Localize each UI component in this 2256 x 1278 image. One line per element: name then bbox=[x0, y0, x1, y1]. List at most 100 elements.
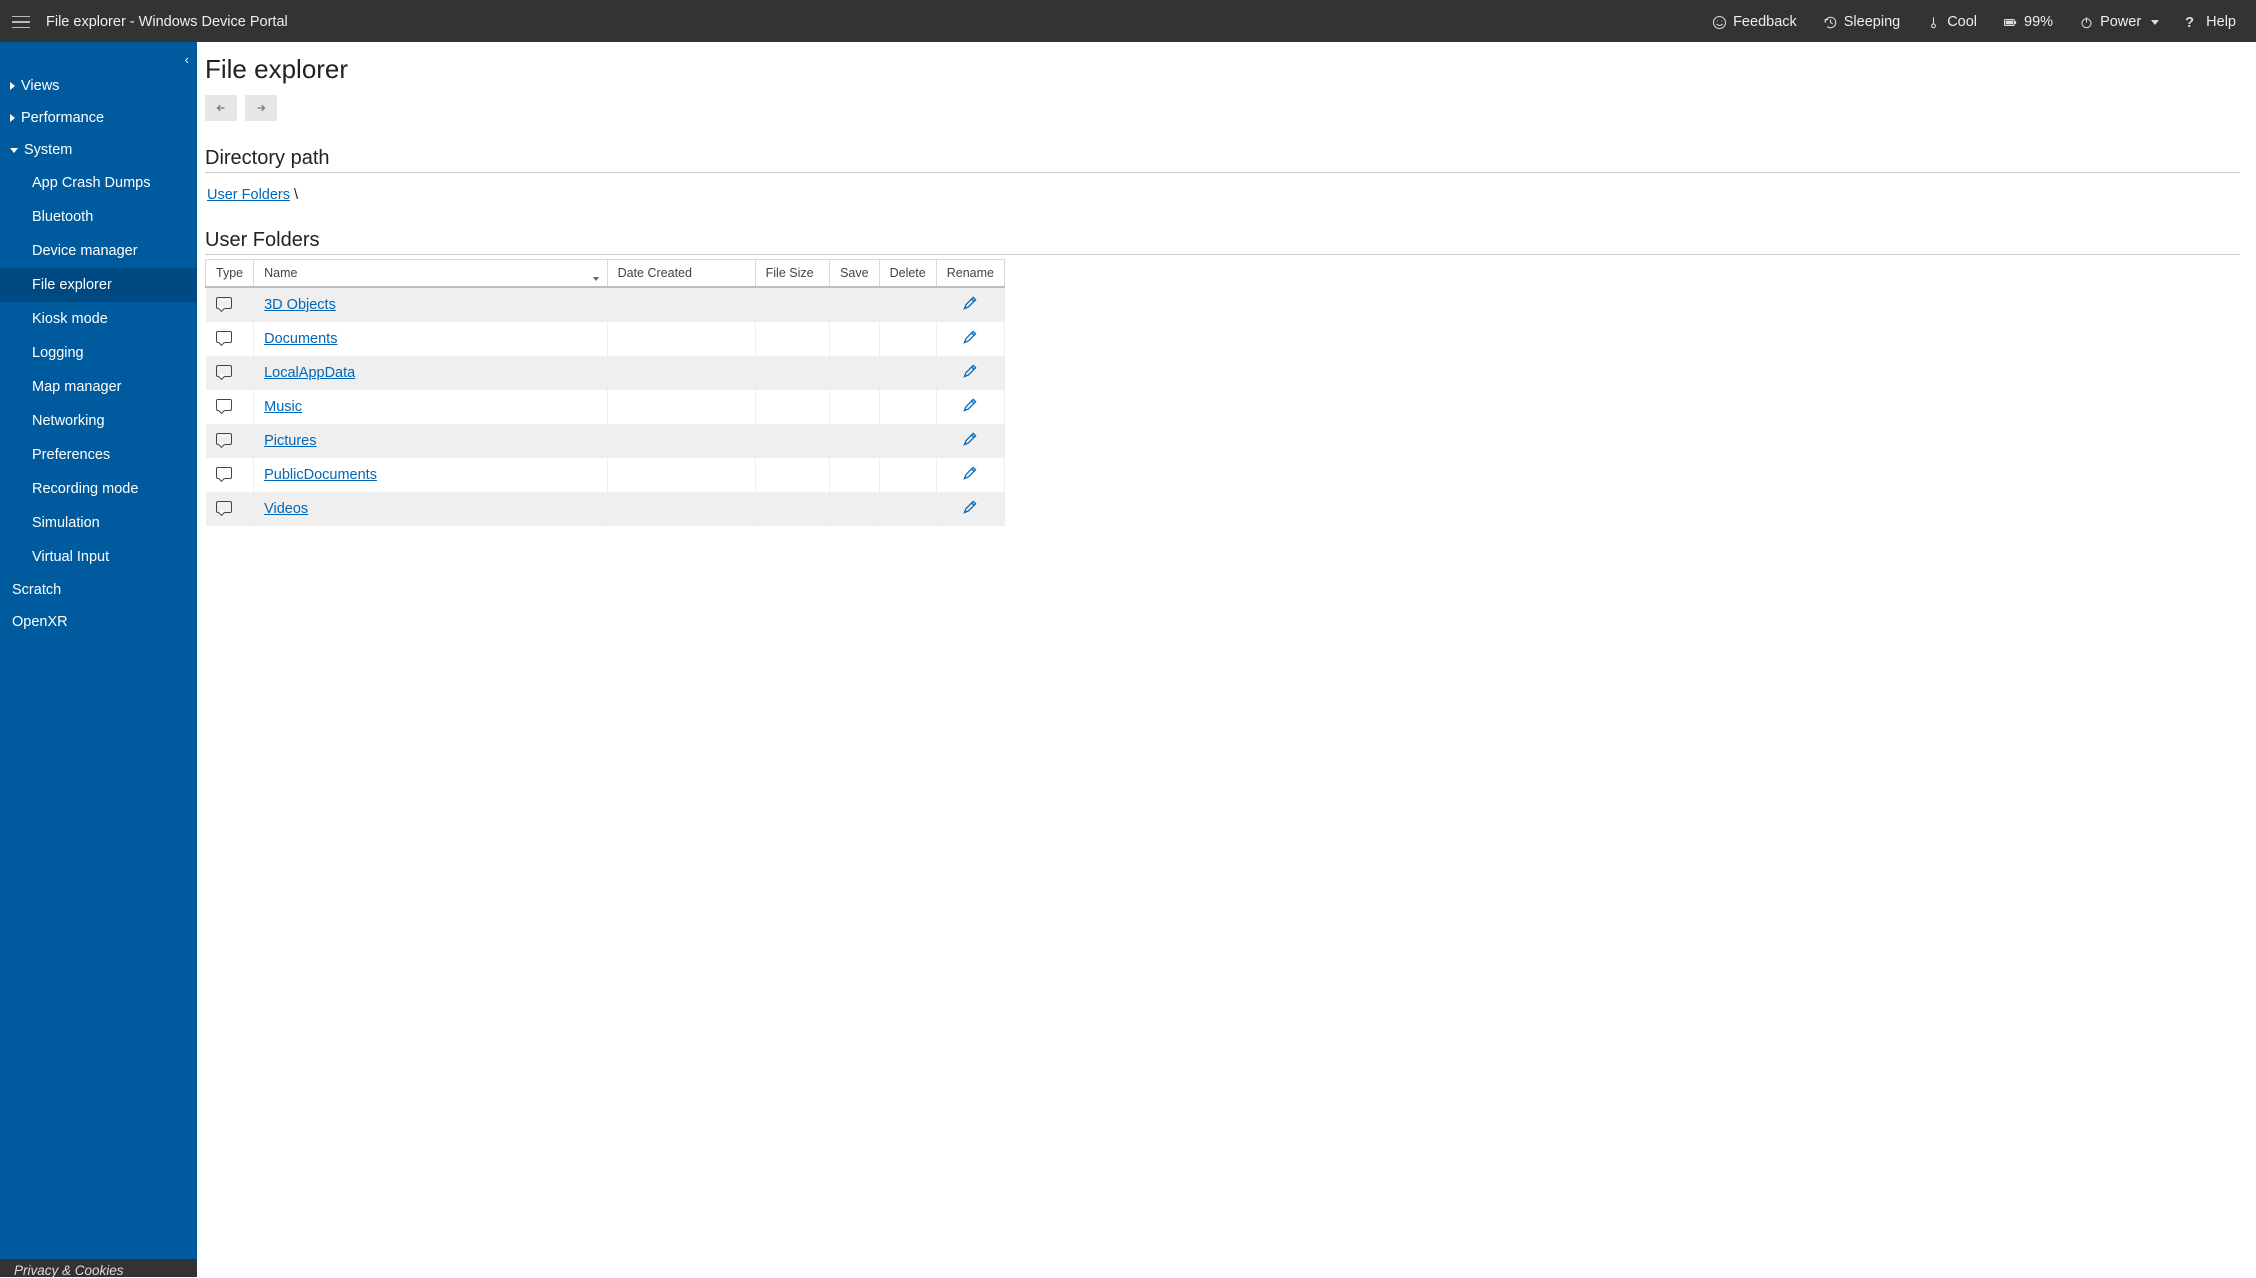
forward-button[interactable] bbox=[245, 95, 277, 121]
rename-cell bbox=[936, 356, 1004, 390]
chevron-down-icon bbox=[2151, 20, 2159, 25]
type-cell bbox=[206, 424, 254, 458]
delete-cell bbox=[879, 356, 936, 390]
pencil-icon[interactable] bbox=[962, 499, 978, 515]
table-row: Music bbox=[206, 390, 1005, 424]
date-cell bbox=[607, 424, 755, 458]
type-cell bbox=[206, 356, 254, 390]
name-cell: LocalAppData bbox=[254, 356, 607, 390]
delete-cell bbox=[879, 322, 936, 356]
folder-link[interactable]: Videos bbox=[264, 501, 308, 517]
chevron-down-icon bbox=[10, 148, 18, 153]
name-cell: Pictures bbox=[254, 424, 607, 458]
breadcrumb-root-link[interactable]: User Folders bbox=[207, 187, 290, 203]
nav-system[interactable]: System bbox=[0, 134, 197, 166]
save-cell bbox=[830, 458, 880, 492]
save-cell bbox=[830, 492, 880, 526]
question-icon: ? bbox=[2185, 15, 2200, 30]
privacy-link[interactable]: Privacy & Cookies bbox=[0, 1259, 197, 1277]
arrow-left-icon bbox=[214, 101, 228, 115]
folder-link[interactable]: Documents bbox=[264, 331, 337, 347]
table-row: 3D Objects bbox=[206, 287, 1005, 322]
delete-cell bbox=[879, 287, 936, 322]
col-name[interactable]: Name bbox=[254, 260, 607, 288]
date-cell bbox=[607, 390, 755, 424]
size-cell bbox=[755, 492, 829, 526]
pencil-icon[interactable] bbox=[962, 465, 978, 481]
folder-link[interactable]: LocalAppData bbox=[264, 365, 355, 381]
name-cell: Videos bbox=[254, 492, 607, 526]
name-cell: PublicDocuments bbox=[254, 458, 607, 492]
sidebar: ‹ Views Performance System App Crash Dum… bbox=[0, 42, 197, 1277]
sidebar-item-logging[interactable]: Logging bbox=[0, 336, 197, 370]
menu-icon[interactable] bbox=[12, 13, 30, 31]
table-row: Pictures bbox=[206, 424, 1005, 458]
sidebar-item-recording-mode[interactable]: Recording mode bbox=[0, 472, 197, 506]
name-cell: 3D Objects bbox=[254, 287, 607, 322]
delete-cell bbox=[879, 424, 936, 458]
col-date[interactable]: Date Created bbox=[607, 260, 755, 288]
sidebar-item-bluetooth[interactable]: Bluetooth bbox=[0, 200, 197, 234]
col-delete[interactable]: Delete bbox=[879, 260, 936, 288]
sidebar-item-networking[interactable]: Networking bbox=[0, 404, 197, 438]
table-row: Documents bbox=[206, 322, 1005, 356]
nav-openxr[interactable]: OpenXR bbox=[0, 606, 197, 638]
date-cell bbox=[607, 458, 755, 492]
power-menu[interactable]: Power bbox=[2079, 14, 2159, 30]
power-icon bbox=[2079, 15, 2094, 30]
nav-views[interactable]: Views bbox=[0, 70, 197, 102]
nav-performance[interactable]: Performance bbox=[0, 102, 197, 134]
sidebar-item-preferences[interactable]: Preferences bbox=[0, 438, 197, 472]
temp-label: Cool bbox=[1947, 14, 1977, 30]
sidebar-item-label: Virtual Input bbox=[32, 549, 109, 565]
folder-link[interactable]: Music bbox=[264, 399, 302, 415]
sidebar-item-app-crash-dumps[interactable]: App Crash Dumps bbox=[0, 166, 197, 200]
collapse-sidebar-icon[interactable]: ‹ bbox=[185, 52, 189, 67]
date-cell bbox=[607, 492, 755, 526]
sidebar-item-label: Device manager bbox=[32, 243, 138, 259]
feedback-button[interactable]: Feedback bbox=[1712, 14, 1797, 30]
pencil-icon[interactable] bbox=[962, 431, 978, 447]
sidebar-item-virtual-input[interactable]: Virtual Input bbox=[0, 540, 197, 574]
delete-cell bbox=[879, 492, 936, 526]
breadcrumb-sep: \ bbox=[290, 187, 298, 203]
chevron-right-icon bbox=[10, 82, 15, 90]
save-cell bbox=[830, 424, 880, 458]
size-cell bbox=[755, 287, 829, 322]
pencil-icon[interactable] bbox=[962, 329, 978, 345]
back-button[interactable] bbox=[205, 95, 237, 121]
sidebar-item-simulation[interactable]: Simulation bbox=[0, 506, 197, 540]
sidebar-item-file-explorer[interactable]: File explorer bbox=[0, 268, 197, 302]
col-size[interactable]: File Size bbox=[755, 260, 829, 288]
nav-views-label: Views bbox=[21, 78, 59, 94]
nav-scratch[interactable]: Scratch bbox=[0, 574, 197, 606]
directory-path-heading: Directory path bbox=[205, 147, 2240, 173]
sidebar-item-label: File explorer bbox=[32, 277, 112, 293]
help-label: Help bbox=[2206, 14, 2236, 30]
type-cell bbox=[206, 322, 254, 356]
battery-icon bbox=[2003, 15, 2018, 30]
sidebar-item-kiosk-mode[interactable]: Kiosk mode bbox=[0, 302, 197, 336]
folder-link[interactable]: PublicDocuments bbox=[264, 467, 377, 483]
col-save[interactable]: Save bbox=[830, 260, 880, 288]
chevron-right-icon bbox=[10, 114, 15, 122]
page-title: File explorer bbox=[205, 54, 2240, 85]
pencil-icon[interactable] bbox=[962, 363, 978, 379]
col-rename[interactable]: Rename bbox=[936, 260, 1004, 288]
date-cell bbox=[607, 356, 755, 390]
col-type[interactable]: Type bbox=[206, 260, 254, 288]
sleeping-status[interactable]: Sleeping bbox=[1823, 14, 1900, 30]
pencil-icon[interactable] bbox=[962, 295, 978, 311]
sidebar-item-label: Networking bbox=[32, 413, 105, 429]
table-row: LocalAppData bbox=[206, 356, 1005, 390]
sidebar-item-device-manager[interactable]: Device manager bbox=[0, 234, 197, 268]
pencil-icon[interactable] bbox=[962, 397, 978, 413]
rename-cell bbox=[936, 287, 1004, 322]
battery-status[interactable]: 99% bbox=[2003, 14, 2053, 30]
folder-link[interactable]: 3D Objects bbox=[264, 297, 336, 313]
folder-link[interactable]: Pictures bbox=[264, 433, 316, 449]
temp-status[interactable]: Cool bbox=[1926, 14, 1977, 30]
sidebar-item-map-manager[interactable]: Map manager bbox=[0, 370, 197, 404]
help-button[interactable]: ? Help bbox=[2185, 14, 2236, 30]
type-cell bbox=[206, 287, 254, 322]
